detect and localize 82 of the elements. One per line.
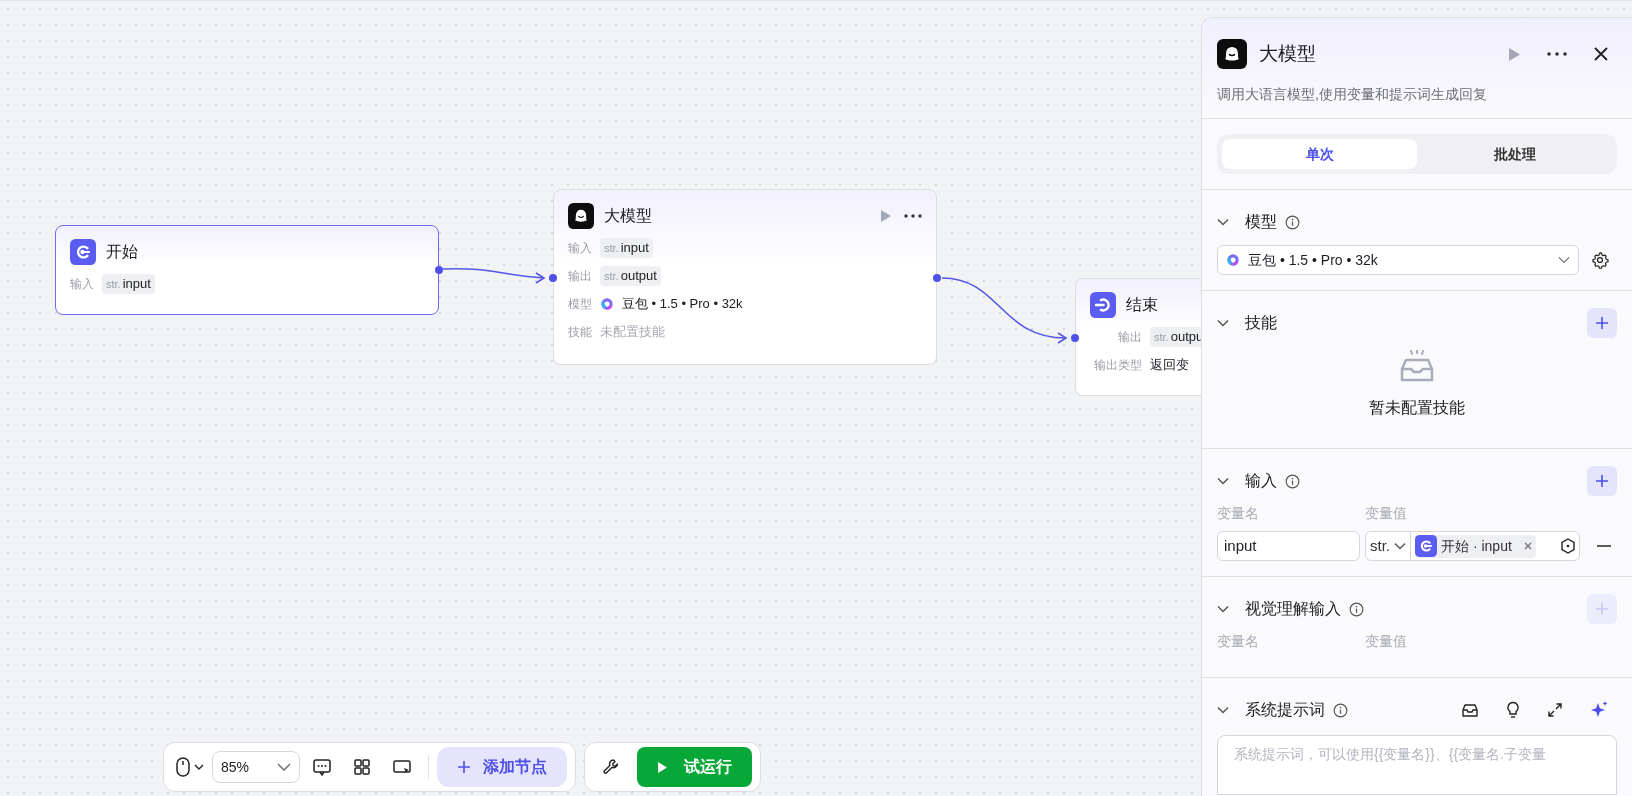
node-title: 开始 <box>106 242 138 262</box>
model-logo-icon <box>1226 253 1240 267</box>
chevron-down-icon[interactable] <box>1217 477 1229 485</box>
column-label: 变量名 <box>1217 504 1260 523</box>
play-icon <box>657 760 668 774</box>
field-label: 输出 <box>1117 329 1142 346</box>
empty-tray-icon <box>1399 350 1435 382</box>
chevron-down-icon <box>1558 256 1570 264</box>
field-label: 输出类型 <box>1093 357 1142 374</box>
column-label: 变量值 <box>1365 504 1407 523</box>
info-icon[interactable] <box>1349 601 1364 617</box>
field-label: 输入 <box>568 240 592 257</box>
chevron-down-icon[interactable] <box>1217 706 1229 714</box>
info-icon[interactable] <box>1285 473 1300 489</box>
column-label: 变量名 <box>1217 632 1260 651</box>
variable-name-field[interactable]: input <box>1217 531 1360 561</box>
port-dot[interactable] <box>933 274 941 282</box>
mouse-icon <box>176 757 190 777</box>
section-title: 技能 <box>1245 313 1277 333</box>
panel-description: 调用大语言模型,使用变量和提示词生成回复 <box>1217 85 1488 104</box>
lightbulb-icon[interactable] <box>1505 701 1521 719</box>
tab[interactable]: 单次 <box>1222 139 1417 169</box>
node-card[interactable]: 开始 输入 str.input <box>55 225 439 315</box>
node-card[interactable]: 大模型 输入 str.input 输出 str.output 模型 豆包 • 1.5 • Pro • 32k 技能 未配置技能 <box>553 189 937 365</box>
section-title: 系统提示词 <box>1245 700 1325 720</box>
tab[interactable]: 批处理 <box>1417 139 1612 169</box>
add-button[interactable] <box>1587 466 1617 496</box>
chevron-down-icon[interactable] <box>1217 218 1229 226</box>
field-label: 技能 <box>568 324 592 341</box>
close-icon[interactable] <box>1593 46 1609 62</box>
info-icon[interactable] <box>1285 214 1300 230</box>
reference-chip[interactable]: 开始 · input <box>1415 534 1536 558</box>
variable-tag: str.output <box>600 266 661 286</box>
more-icon[interactable] <box>904 214 922 218</box>
start-node-icon <box>1415 535 1437 557</box>
type-select[interactable]: str. <box>1366 532 1411 560</box>
end-node-icon <box>1090 292 1116 318</box>
model-name: 豆包 • 1.5 • Pro • 32k <box>622 295 743 314</box>
caret-icon <box>194 764 204 770</box>
ghost-icon <box>1217 39 1247 69</box>
field-label: 模型 <box>568 296 592 313</box>
plus-icon <box>1595 316 1609 330</box>
start-node-icon <box>70 239 96 265</box>
more-icon[interactable] <box>1547 52 1567 56</box>
empty-message: 暂未配置技能 <box>1369 398 1465 418</box>
library-icon[interactable] <box>1461 701 1479 719</box>
ghost-icon <box>568 203 594 229</box>
add-node-button[interactable]: 添加节点 <box>437 747 567 787</box>
field-value: 返回变 <box>1150 356 1189 375</box>
chevron-down-icon <box>277 763 291 771</box>
add-button[interactable] <box>1587 308 1617 338</box>
field-label: 输出 <box>568 268 592 285</box>
plus-icon <box>457 760 471 774</box>
field-value: 未配置技能 <box>600 323 665 342</box>
plus-icon <box>1595 602 1609 616</box>
port-dot[interactable] <box>435 266 443 274</box>
chevron-down-icon[interactable] <box>1217 605 1229 613</box>
chevron-down-icon <box>1394 542 1406 550</box>
port-dot[interactable] <box>549 274 557 282</box>
zoom-select[interactable]: 85% <box>212 751 300 783</box>
info-icon[interactable] <box>1333 702 1348 718</box>
wrench-icon <box>602 758 620 776</box>
port-dot[interactable] <box>1071 334 1079 342</box>
model-select[interactable]: 豆包 • 1.5 • Pro • 32k <box>1217 245 1579 275</box>
model-logo-icon <box>600 297 614 311</box>
variable-tag: str.input <box>102 274 155 294</box>
comment-icon <box>312 757 332 777</box>
section-title: 模型 <box>1245 212 1277 232</box>
field-label: 输入 <box>70 276 94 293</box>
settings-icon[interactable] <box>1591 251 1609 269</box>
node-title: 结束 <box>1126 295 1158 315</box>
grid-icon <box>352 757 372 777</box>
panel-title: 大模型 <box>1259 41 1316 66</box>
variable-tag: str.input <box>600 238 653 258</box>
chevron-down-icon[interactable] <box>1217 319 1229 327</box>
column-label: 变量值 <box>1365 632 1407 651</box>
section-title: 视觉理解输入 <box>1245 599 1341 619</box>
section-title: 输入 <box>1245 471 1277 491</box>
plus-icon <box>1595 474 1609 488</box>
hexagon-icon[interactable] <box>1560 538 1576 554</box>
expand-icon[interactable] <box>1547 702 1563 718</box>
node-title: 大模型 <box>604 206 652 226</box>
